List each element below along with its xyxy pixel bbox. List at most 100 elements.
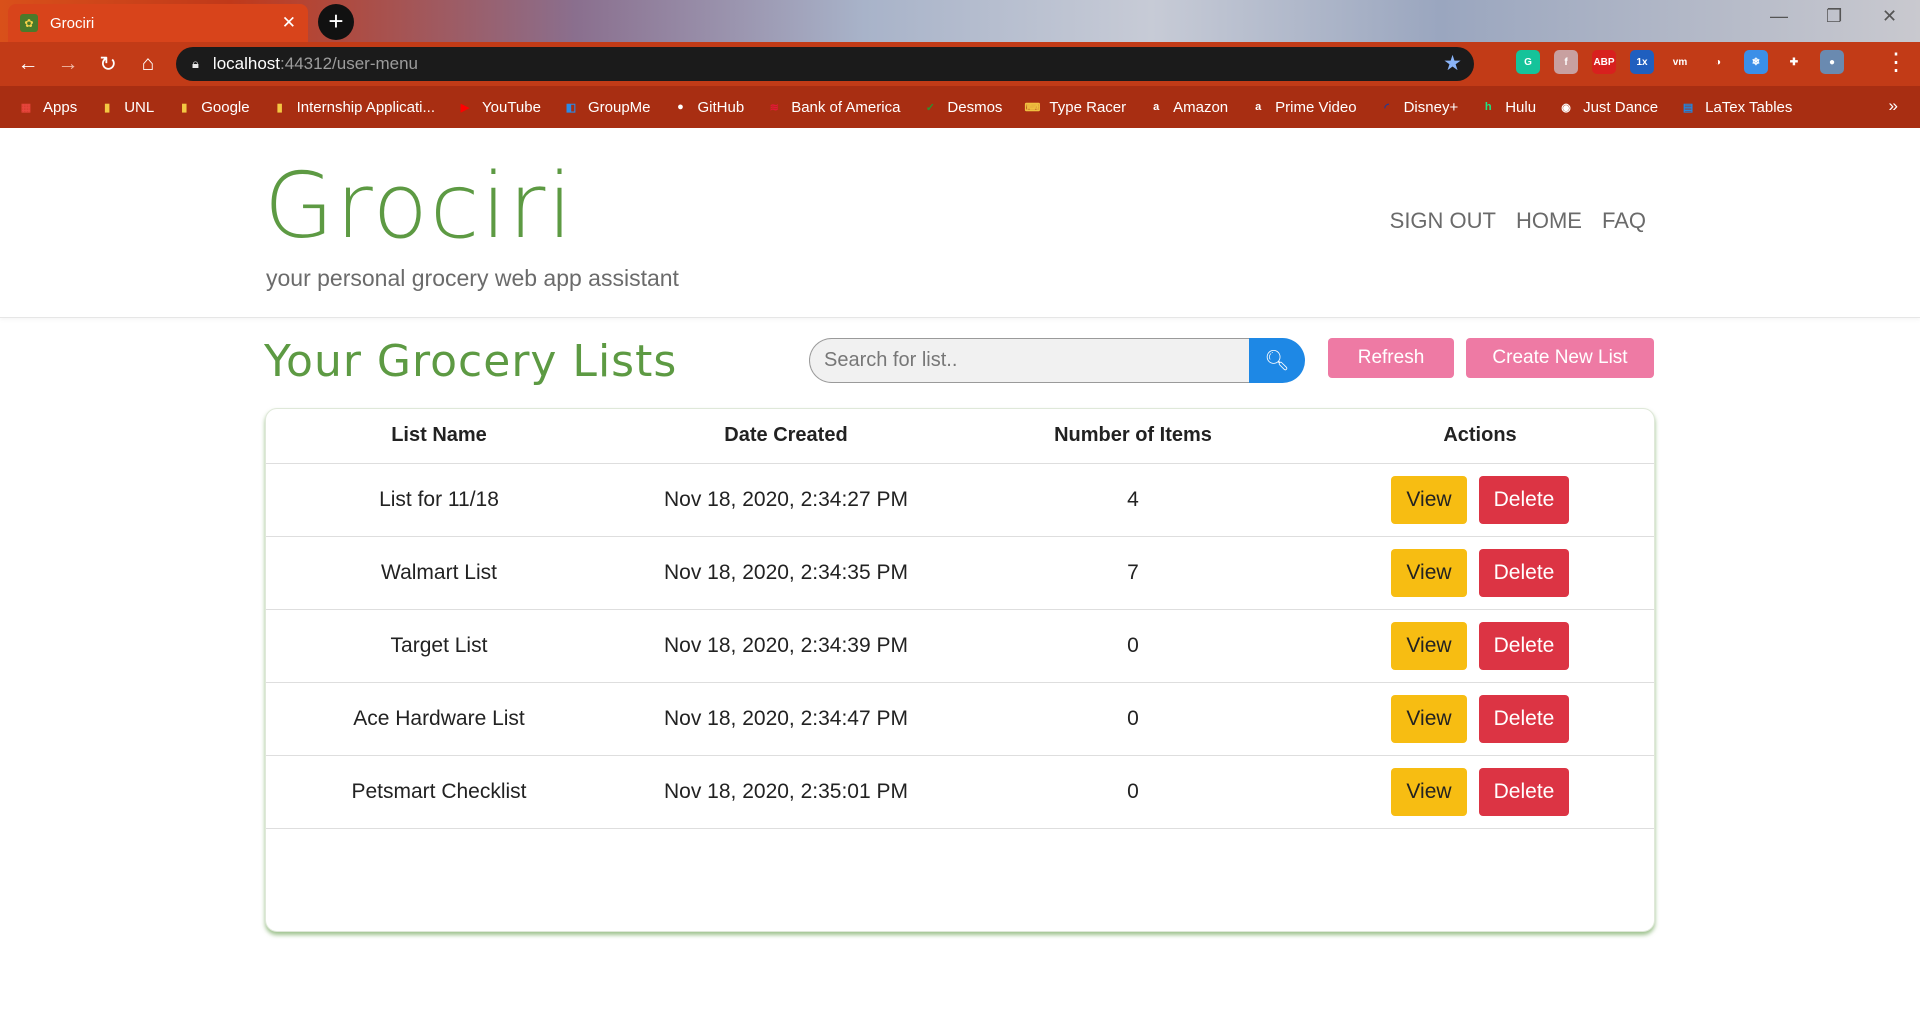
nav-sign-out[interactable]: SIGN OUT: [1390, 208, 1496, 234]
bookmark-item[interactable]: ⌨ Type Racer: [1024, 99, 1126, 116]
table-row: List for 11/18 Nov 18, 2020, 2:34:27 PM 4 V…: [266, 463, 1654, 537]
actions-cell: View Delete: [1306, 609, 1654, 683]
bookmark-label: YouTube: [482, 98, 541, 116]
profile-avatar-icon[interactable]: ●: [1820, 50, 1844, 74]
snowflake-icon[interactable]: ❄: [1744, 50, 1768, 74]
adblock-plus-icon[interactable]: ABP: [1592, 50, 1616, 74]
bookmark-item[interactable]: ▶ YouTube: [457, 99, 541, 116]
amazon-icon: a: [1153, 101, 1160, 113]
bookmark-label: GroupMe: [587, 98, 651, 116]
folder-icon: ▮: [104, 101, 111, 114]
view-list-button[interactable]: View: [1391, 548, 1467, 597]
table-row: Target List Nov 18, 2020, 2:34:39 PM 0 View…: [266, 609, 1654, 683]
new-tab-button[interactable]: +: [318, 4, 354, 40]
bookmark-item[interactable]: ▮ Google: [176, 99, 249, 116]
hulu-icon: h: [1484, 101, 1492, 113]
back-arrow-icon[interactable]: ←: [8, 52, 48, 76]
item-count-cell: 7: [960, 536, 1306, 610]
delete-list-button[interactable]: Delete: [1479, 548, 1569, 597]
grocery-lists-table: List Name Date Created Number of Items A…: [266, 409, 1654, 829]
item-count-cell: 4: [960, 463, 1306, 537]
bookmark-item[interactable]: h Hulu: [1480, 99, 1536, 116]
page-title: Your Grocery Lists: [264, 336, 678, 387]
address-bar[interactable]: 🔒︎ localhost :44312/user-menu ★: [176, 47, 1474, 81]
header-number-of-items: Number of Items: [960, 409, 1306, 464]
date-created-cell: Nov 18, 2020, 2:35:01 PM: [612, 755, 960, 829]
header-list-name: List Name: [266, 409, 612, 464]
close-tab-icon[interactable]: ✕: [282, 13, 296, 33]
header-date-created: Date Created: [612, 409, 960, 464]
bookmark-item[interactable]: ◉ Just Dance: [1558, 99, 1658, 116]
bookmark-item[interactable]: ▤ LaTex Tables: [1680, 98, 1793, 116]
item-count-cell: 0: [960, 609, 1306, 683]
groupme-icon: ◧: [565, 101, 577, 114]
view-list-button[interactable]: View: [1391, 475, 1467, 524]
bookmark-item[interactable]: a Amazon: [1148, 99, 1228, 116]
bookmark-item[interactable]: ▦ Apps: [18, 99, 77, 116]
puzzle-icon[interactable]: ✚: [1782, 50, 1806, 74]
bookmark-label: LaTex Tables: [1705, 98, 1793, 116]
search-input[interactable]: [809, 338, 1249, 383]
bofa-icon: ≋: [769, 101, 779, 114]
bookmarks-overflow-icon[interactable]: »: [1889, 96, 1898, 116]
table-row: Ace Hardware List Nov 18, 2020, 2:34:47 P…: [266, 682, 1654, 756]
delete-list-button[interactable]: Delete: [1479, 694, 1569, 743]
grociri-favicon-icon: ✿: [20, 14, 38, 32]
list-name-cell: Target List: [266, 609, 612, 683]
bookmark-label: Hulu: [1505, 98, 1537, 116]
refresh-button[interactable]: Refresh: [1328, 338, 1454, 378]
bookmark-item[interactable]: ▮ UNL: [99, 99, 154, 116]
speedometer-icon[interactable]: ◑: [1706, 50, 1730, 74]
github-icon: ●: [677, 101, 684, 113]
latex-icon: ▤: [1682, 101, 1694, 114]
bookmark-item[interactable]: ● GitHub: [673, 98, 745, 116]
forward-arrow-icon[interactable]: →: [48, 52, 88, 76]
search-button[interactable]: 🔍︎: [1249, 338, 1305, 383]
bookmark-label: GitHub: [697, 98, 745, 116]
bookmark-item[interactable]: a Prime Video: [1250, 98, 1357, 116]
amazon-icon: a: [1255, 101, 1262, 113]
lock-icon: 🔒︎: [192, 56, 199, 71]
bookmark-label: Desmos: [947, 98, 1003, 116]
grocery-lists-card: List Name Date Created Number of Items A…: [265, 408, 1655, 932]
bookmark-item[interactable]: ◜ Disney+: [1379, 99, 1458, 116]
view-list-button[interactable]: View: [1391, 621, 1467, 670]
grammarly-icon[interactable]: G: [1516, 50, 1540, 74]
bookmark-label: Prime Video: [1275, 98, 1357, 116]
brand-logo[interactable]: Grociri: [264, 154, 574, 259]
typeracer-icon: ⌨: [1024, 101, 1041, 114]
reload-icon[interactable]: ↻: [88, 52, 128, 77]
bookmark-item[interactable]: ≋ Bank of America: [766, 98, 901, 116]
bookmark-item[interactable]: ✓ Desmos: [922, 98, 1003, 116]
list-name-cell: Ace Hardware List: [266, 682, 612, 756]
disney-icon: ◜: [1384, 101, 1389, 114]
bookmark-item[interactable]: ◧ GroupMe: [563, 99, 651, 116]
minimize-icon[interactable]: —: [1770, 6, 1788, 27]
restore-icon[interactable]: ❐: [1826, 6, 1842, 27]
browser-tab[interactable]: ✿ Grociri ✕: [8, 4, 308, 42]
extension-icon[interactable]: f: [1554, 50, 1578, 74]
nav-home[interactable]: HOME: [1516, 208, 1582, 234]
site-header: Grociri your personal grocery web app as…: [0, 128, 1920, 318]
bookmark-item[interactable]: ▮ Internship Applicati...: [272, 99, 435, 116]
delete-list-button[interactable]: Delete: [1479, 475, 1569, 524]
delete-list-button[interactable]: Delete: [1479, 767, 1569, 816]
date-created-cell: Nov 18, 2020, 2:34:39 PM: [612, 609, 960, 683]
create-new-list-button[interactable]: Create New List: [1466, 338, 1654, 378]
window-close-icon[interactable]: ✕: [1882, 6, 1897, 27]
vm-icon[interactable]: vm: [1668, 50, 1692, 74]
video-speed-icon[interactable]: 1x: [1630, 50, 1654, 74]
home-icon[interactable]: ⌂: [128, 52, 168, 76]
bookmark-star-icon[interactable]: ★: [1443, 51, 1462, 76]
view-list-button[interactable]: View: [1391, 767, 1467, 816]
apps-grid-icon: ▦: [20, 101, 32, 114]
bookmark-label: Internship Applicati...: [296, 98, 436, 116]
delete-list-button[interactable]: Delete: [1479, 621, 1569, 670]
tab-title: Grociri: [50, 14, 95, 32]
folder-icon: ▮: [276, 101, 283, 114]
table-header-row: List Name Date Created Number of Items A…: [266, 409, 1654, 464]
more-menu-icon[interactable]: ⋮: [1884, 48, 1908, 77]
bookmark-label: Bank of America: [791, 98, 901, 116]
view-list-button[interactable]: View: [1391, 694, 1467, 743]
nav-faq[interactable]: FAQ: [1602, 208, 1646, 234]
